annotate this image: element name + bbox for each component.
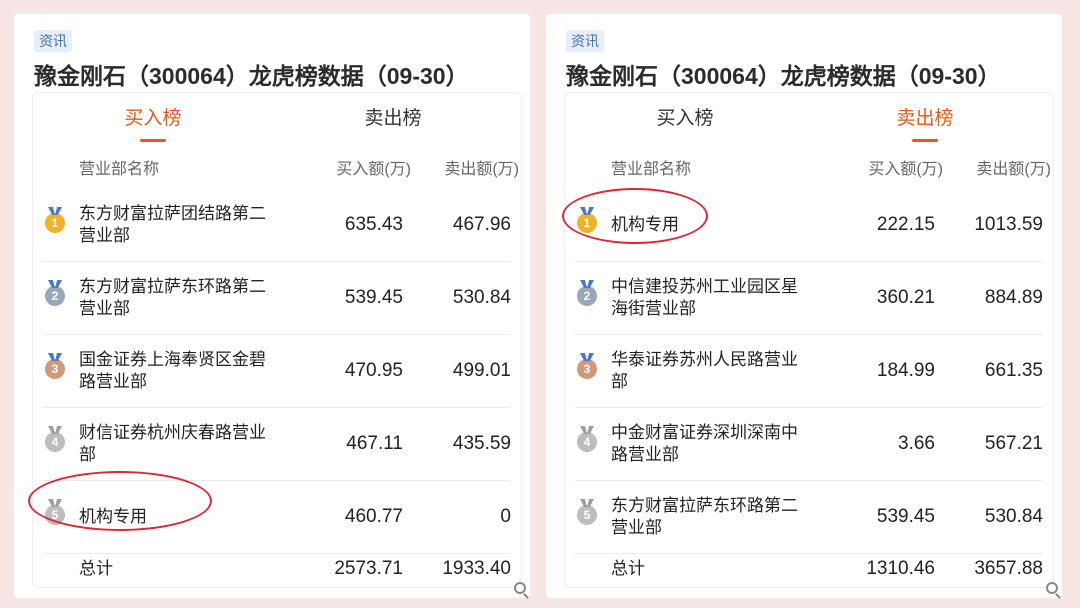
branch-name: 中信建投苏州工业园区星海街营业部 xyxy=(611,277,798,318)
news-tag[interactable]: 资讯 xyxy=(34,30,72,52)
total-buy-amount: 2573.71 xyxy=(334,558,403,579)
column-header-name: 营业部名称 xyxy=(79,161,160,178)
sell-amount: 661.35 xyxy=(984,360,1043,381)
buy-amount: 539.45 xyxy=(876,506,935,527)
right-panel: 资讯豫金刚石（300064）龙虎榜数据（09-30） 买入榜 卖出榜 营业部名称… xyxy=(546,14,1062,598)
sell-amount: 530.84 xyxy=(452,287,511,308)
article-title: 资讯豫金刚石（300064）龙虎榜数据（09-30） xyxy=(566,24,1036,94)
table-row[interactable]: 3 国金证券上海奉贤区金碧路营业部 470.95 499.01 xyxy=(43,335,511,408)
buy-amount: 539.45 xyxy=(344,287,403,308)
total-label: 总计 xyxy=(79,559,113,578)
column-header-buy: 买入额(万) xyxy=(868,161,943,178)
tab-buy-list[interactable]: 买入榜 xyxy=(625,105,745,133)
tab-sell-list[interactable]: 卖出榜 xyxy=(333,105,453,133)
table-row[interactable]: 1 东方财富拉萨团结路第二营业部 635.43 467.96 xyxy=(43,189,511,262)
buy-amount: 467.11 xyxy=(346,433,403,454)
sell-amount: 499.01 xyxy=(452,360,511,381)
column-header-sell: 卖出额(万) xyxy=(976,161,1051,178)
sell-amount: 530.84 xyxy=(984,506,1043,527)
sell-amount: 884.89 xyxy=(984,287,1043,308)
branch-name: 东方财富拉萨东环路第二营业部 xyxy=(611,496,798,537)
total-sell-amount: 1933.40 xyxy=(442,558,511,579)
sell-amount: 435.59 xyxy=(452,433,511,454)
tab-buy-list[interactable]: 买入榜 xyxy=(93,105,213,142)
zoom-in-icon[interactable] xyxy=(1046,582,1058,594)
zoom-in-icon[interactable] xyxy=(514,582,526,594)
gold-medal-icon: 1 xyxy=(45,213,65,233)
column-header-sell: 卖出额(万) xyxy=(444,161,519,178)
buy-amount: 222.15 xyxy=(876,214,935,235)
branch-name: 国金证券上海奉贤区金碧路营业部 xyxy=(79,350,266,391)
column-header-buy: 买入额(万) xyxy=(336,161,411,178)
sell-amount: 0 xyxy=(500,506,511,527)
silver-medal-icon: 2 xyxy=(577,286,597,306)
branch-name: 中金财富证券深圳深南中路营业部 xyxy=(611,423,798,464)
highlight-circle xyxy=(562,188,708,244)
branch-name: 华泰证券苏州人民路营业部 xyxy=(611,350,798,391)
table-row[interactable]: 4 中金财富证券深圳深南中路营业部 3.66 567.21 xyxy=(575,408,1043,481)
tab-sell-list[interactable]: 卖出榜 xyxy=(865,105,985,142)
table-row[interactable]: 5 东方财富拉萨东环路第二营业部 539.45 530.84 xyxy=(575,481,1043,554)
buy-amount: 3.66 xyxy=(898,433,935,454)
news-tag[interactable]: 资讯 xyxy=(566,30,604,52)
total-label: 总计 xyxy=(611,559,645,578)
branch-name: 东方财富拉萨东环路第二营业部 xyxy=(79,277,266,318)
sell-amount: 1013.59 xyxy=(974,214,1043,235)
silver-medal-icon: 2 xyxy=(45,286,65,306)
buy-amount: 360.21 xyxy=(876,287,935,308)
buy-amount: 460.77 xyxy=(344,506,403,527)
buy-amount: 635.43 xyxy=(344,214,403,235)
title-text: 豫金刚石（300064）龙虎榜数据（09-30） xyxy=(566,63,1001,89)
table-row[interactable]: 3 华泰证券苏州人民路营业部 184.99 661.35 xyxy=(575,335,1043,408)
dragon-tiger-card: 买入榜 卖出榜 营业部名称 买入额(万) 卖出额(万) 1 机构专用 222.1… xyxy=(564,92,1054,588)
highlight-circle xyxy=(28,471,212,531)
branch-name: 东方财富拉萨团结路第二营业部 xyxy=(79,204,266,245)
left-panel: 资讯豫金刚石（300064）龙虎榜数据（09-30） 买入榜 卖出榜 营业部名称… xyxy=(14,14,530,598)
bronze-medal-icon: 3 xyxy=(45,359,65,379)
article-title: 资讯豫金刚石（300064）龙虎榜数据（09-30） xyxy=(34,24,504,94)
grey-medal-icon: 5 xyxy=(577,505,597,525)
total-sell-amount: 3657.88 xyxy=(974,558,1043,579)
table-row[interactable]: 4 财信证券杭州庆春路营业部 467.11 435.59 xyxy=(43,408,511,481)
table-row[interactable]: 2 中信建投苏州工业园区星海街营业部 360.21 884.89 xyxy=(575,262,1043,335)
total-buy-amount: 1310.46 xyxy=(866,558,935,579)
buy-amount: 184.99 xyxy=(876,360,935,381)
column-header-name: 营业部名称 xyxy=(611,161,692,178)
title-text: 豫金刚石（300064）龙虎榜数据（09-30） xyxy=(34,63,469,89)
sell-amount: 567.21 xyxy=(984,433,1043,454)
buy-amount: 470.95 xyxy=(344,360,403,381)
total-row: 总计 1310.46 3657.88 xyxy=(575,554,1043,584)
grey-medal-icon: 4 xyxy=(45,432,65,452)
sell-amount: 467.96 xyxy=(452,214,511,235)
grey-medal-icon: 4 xyxy=(577,432,597,452)
bronze-medal-icon: 3 xyxy=(577,359,597,379)
total-row: 总计 2573.71 1933.40 xyxy=(43,554,511,584)
table-row[interactable]: 2 东方财富拉萨东环路第二营业部 539.45 530.84 xyxy=(43,262,511,335)
branch-name: 财信证券杭州庆春路营业部 xyxy=(79,423,266,464)
